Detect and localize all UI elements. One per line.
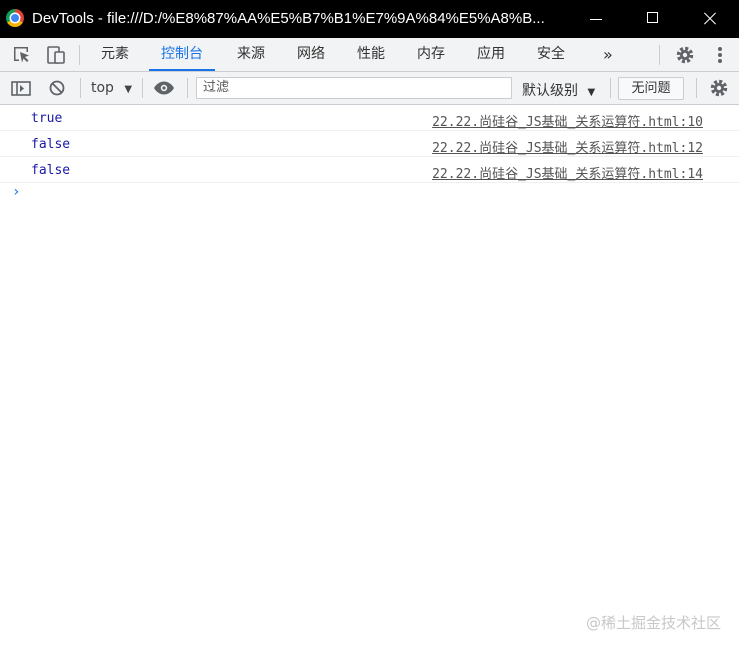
tab-elements[interactable]: 元素 xyxy=(101,38,129,71)
source-link[interactable]: 22.22.尚硅谷_JS基础_关系运算符.html:12 xyxy=(432,137,703,156)
watermark: @稀土掘金技术社区 xyxy=(585,614,721,632)
eye-icon[interactable] xyxy=(150,74,178,102)
sidebar-icon[interactable] xyxy=(7,74,35,102)
close-button[interactable] xyxy=(686,0,732,38)
devtools-tabbar: 元素 控制台 来源 网络 性能 内存 应用 安全 » xyxy=(0,38,739,72)
message-value: false xyxy=(31,163,71,178)
console-toolbar: top ▼ 过滤 默认级别 ▼ 无问题 xyxy=(0,72,739,105)
filter-input[interactable]: 过滤 xyxy=(196,77,512,99)
console-message: true 22.22.尚硅谷_JS基础_关系运算符.html:10 xyxy=(0,105,739,131)
console-message: false 22.22.尚硅谷_JS基础_关系运算符.html:12 xyxy=(0,131,739,157)
context-label: top xyxy=(91,80,114,96)
tab-network[interactable]: 网络 xyxy=(297,38,325,71)
maximize-button[interactable] xyxy=(630,0,676,38)
window-titlebar: DevTools - file:///D:/%E8%87%AA%E5%B7%B1… xyxy=(0,0,739,38)
context-selector[interactable]: top ▼ xyxy=(91,80,132,96)
source-link[interactable]: 22.22.尚硅谷_JS基础_关系运算符.html:10 xyxy=(432,111,703,130)
tab-sources[interactable]: 来源 xyxy=(237,38,265,71)
console-output: true 22.22.尚硅谷_JS基础_关系运算符.html:10 false … xyxy=(0,105,739,183)
divider xyxy=(696,78,697,98)
divider xyxy=(80,78,81,98)
tab-security[interactable]: 安全 xyxy=(537,38,565,71)
inspect-icon[interactable] xyxy=(8,41,36,69)
divider xyxy=(142,78,143,98)
issues-button[interactable]: 无问题 xyxy=(618,77,684,100)
tab-performance[interactable]: 性能 xyxy=(357,38,385,71)
gear-icon[interactable] xyxy=(671,41,699,69)
tab-memory[interactable]: 内存 xyxy=(417,38,445,71)
chrome-icon xyxy=(6,9,24,27)
device-icon[interactable] xyxy=(42,41,70,69)
divider xyxy=(79,45,80,65)
source-link[interactable]: 22.22.尚硅谷_JS基础_关系运算符.html:14 xyxy=(432,163,703,182)
tab-console[interactable]: 控制台 xyxy=(149,38,215,71)
message-value: false xyxy=(31,137,71,152)
chevron-down-icon: ▼ xyxy=(587,87,596,98)
kebab-icon[interactable] xyxy=(706,41,734,69)
minimize-button[interactable] xyxy=(574,0,620,38)
chevron-down-icon: ▼ xyxy=(124,84,133,95)
more-tabs-button[interactable]: » xyxy=(603,38,613,71)
window-title: DevTools - file:///D:/%E8%87%AA%E5%B7%B1… xyxy=(32,10,545,27)
divider xyxy=(659,45,660,65)
console-prompt[interactable]: › xyxy=(12,184,20,200)
divider xyxy=(187,78,188,98)
divider xyxy=(610,78,611,98)
gear-icon[interactable] xyxy=(705,74,733,102)
log-levels-dropdown[interactable]: 默认级别 ▼ xyxy=(522,80,595,100)
tab-application[interactable]: 应用 xyxy=(477,38,505,71)
clear-icon[interactable] xyxy=(43,74,71,102)
message-value: true xyxy=(31,111,63,126)
log-levels-label: 默认级别 xyxy=(522,83,578,99)
console-message: false 22.22.尚硅谷_JS基础_关系运算符.html:14 xyxy=(0,157,739,183)
